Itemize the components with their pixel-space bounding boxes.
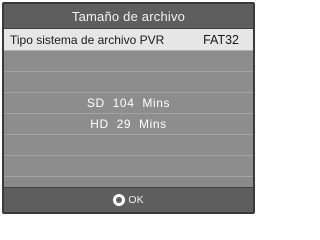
hd-capacity-text: HD 29 Mins [90,117,167,131]
empty-row [4,51,253,72]
dialog-title: Tamaño de archivo [4,4,253,29]
file-system-row[interactable]: Tipo sistema de archivo PVR FAT32 [4,29,253,51]
empty-row [4,72,253,93]
dialog-footer: OK [4,187,253,212]
ok-button[interactable]: OK [113,194,144,206]
sd-capacity-row: SD 104 Mins [4,93,253,114]
file-size-dialog: Tamaño de archivo Tipo sistema de archiv… [2,2,255,214]
sd-capacity-text: SD 104 Mins [86,96,171,110]
file-system-value: FAT32 [203,32,239,47]
ok-icon [113,194,126,206]
file-system-label: Tipo sistema de archivo PVR [10,32,165,47]
dialog-rows: Tipo sistema de archivo PVR FAT32 SD 104… [4,29,253,177]
empty-row [4,156,253,177]
empty-row [4,135,253,156]
ok-label: OK [128,194,144,206]
hd-capacity-row: HD 29 Mins [4,114,253,135]
